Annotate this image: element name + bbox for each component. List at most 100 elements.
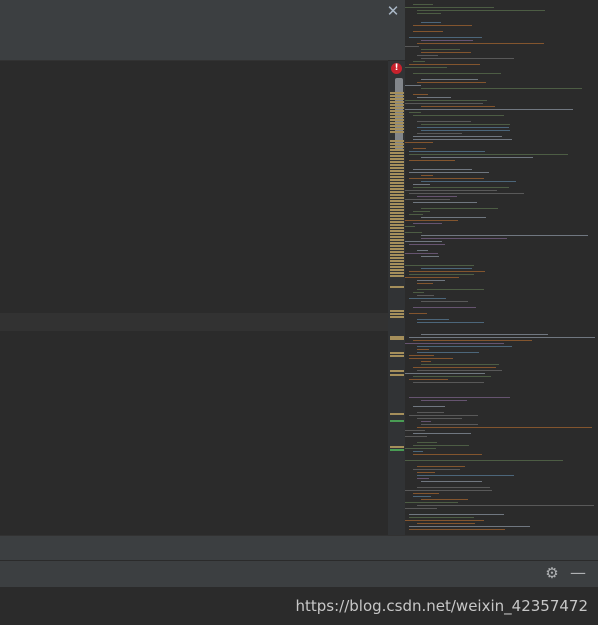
minimap-line bbox=[405, 103, 483, 104]
stripe-mark[interactable] bbox=[390, 355, 404, 357]
minimap-line bbox=[405, 490, 492, 491]
stripe-mark[interactable] bbox=[390, 128, 404, 130]
stripe-mark[interactable] bbox=[390, 352, 404, 354]
stripe-mark[interactable] bbox=[390, 316, 404, 318]
stripe-mark[interactable] bbox=[390, 146, 404, 148]
stripe-mark[interactable] bbox=[390, 152, 404, 154]
stripe-mark[interactable] bbox=[390, 113, 404, 115]
stripe-mark[interactable] bbox=[390, 125, 404, 127]
stripe-mark[interactable] bbox=[390, 197, 404, 199]
stripe-mark[interactable] bbox=[390, 286, 404, 288]
stripe-mark[interactable] bbox=[390, 449, 404, 451]
minimap-line bbox=[417, 283, 433, 284]
minimap-line bbox=[409, 358, 453, 359]
stripe-mark[interactable] bbox=[390, 104, 404, 106]
gear-icon[interactable]: ⚙ bbox=[543, 564, 561, 582]
stripe-mark[interactable] bbox=[390, 370, 404, 372]
minimap-line bbox=[409, 172, 489, 173]
stripe-mark[interactable] bbox=[390, 236, 404, 238]
stripe-mark[interactable] bbox=[390, 179, 404, 181]
stripe-mark[interactable] bbox=[390, 170, 404, 172]
minimize-icon[interactable]: — bbox=[570, 564, 586, 582]
stripe-mark[interactable] bbox=[390, 116, 404, 118]
stripe-mark[interactable] bbox=[390, 200, 404, 202]
minimap-line bbox=[405, 232, 422, 233]
stripe-mark[interactable] bbox=[390, 149, 404, 151]
stripe-mark[interactable] bbox=[390, 155, 404, 157]
stripe-mark[interactable] bbox=[390, 245, 404, 247]
stripe-mark[interactable] bbox=[390, 263, 404, 265]
code-minimap[interactable] bbox=[405, 0, 598, 535]
stripe-mark[interactable] bbox=[390, 212, 404, 214]
minimap-line bbox=[417, 55, 438, 56]
stripe-mark[interactable] bbox=[390, 194, 404, 196]
minimap-line bbox=[417, 427, 592, 428]
stripe-mark[interactable] bbox=[390, 185, 404, 187]
stripe-mark[interactable] bbox=[390, 242, 404, 244]
stripe-mark[interactable] bbox=[390, 122, 404, 124]
stripe-mark[interactable] bbox=[390, 257, 404, 259]
stripe-mark[interactable] bbox=[390, 227, 404, 229]
minimap-line bbox=[421, 157, 533, 158]
stripe-mark[interactable] bbox=[390, 203, 404, 205]
stripe-mark[interactable] bbox=[390, 413, 404, 415]
minimap-line bbox=[409, 193, 524, 194]
stripe-mark[interactable] bbox=[390, 119, 404, 121]
stripe-mark[interactable] bbox=[390, 98, 404, 100]
minimap-line bbox=[413, 367, 496, 368]
stripe-mark[interactable] bbox=[390, 446, 404, 448]
stripe-mark[interactable] bbox=[390, 167, 404, 169]
stripe-mark[interactable] bbox=[390, 269, 404, 271]
stripe-mark[interactable] bbox=[390, 275, 404, 277]
stripe-mark[interactable] bbox=[390, 140, 404, 142]
stripe-mark[interactable] bbox=[390, 131, 404, 133]
minimap-line bbox=[413, 148, 426, 149]
stripe-mark[interactable] bbox=[390, 110, 404, 112]
stripe-mark[interactable] bbox=[390, 101, 404, 103]
stripe-mark[interactable] bbox=[390, 176, 404, 178]
minimap-line bbox=[409, 355, 434, 356]
stripe-mark[interactable] bbox=[390, 188, 404, 190]
stripe-mark[interactable] bbox=[390, 191, 404, 193]
stripe-mark[interactable] bbox=[390, 266, 404, 268]
stripe-mark[interactable] bbox=[390, 233, 404, 235]
stripe-mark[interactable] bbox=[390, 215, 404, 217]
stripe-mark[interactable] bbox=[390, 92, 404, 94]
stripe-mark[interactable] bbox=[390, 95, 404, 97]
stripe-mark[interactable] bbox=[390, 230, 404, 232]
stripe-mark[interactable] bbox=[390, 374, 404, 376]
stripe-mark[interactable] bbox=[390, 260, 404, 262]
stripe-mark[interactable] bbox=[390, 239, 404, 241]
stripe-mark[interactable] bbox=[390, 161, 404, 163]
stripe-mark[interactable] bbox=[390, 254, 404, 256]
stripe-mark[interactable] bbox=[390, 248, 404, 250]
stripe-mark[interactable] bbox=[390, 173, 404, 175]
minimap-line bbox=[413, 61, 425, 62]
stripe-mark[interactable] bbox=[390, 310, 404, 312]
minimap-line bbox=[417, 487, 490, 488]
editor-area[interactable] bbox=[0, 61, 388, 535]
stripe-mark[interactable] bbox=[390, 221, 404, 223]
stripe-mark[interactable] bbox=[390, 218, 404, 220]
stripe-mark[interactable] bbox=[390, 206, 404, 208]
stripe-mark[interactable] bbox=[390, 164, 404, 166]
stripe-mark[interactable] bbox=[390, 143, 404, 145]
minimap-line bbox=[413, 469, 460, 470]
stripe-mark[interactable] bbox=[390, 158, 404, 160]
error-icon[interactable]: ! bbox=[391, 63, 402, 74]
minimap-line bbox=[421, 364, 499, 365]
stripe-mark[interactable] bbox=[390, 107, 404, 109]
stripe-mark[interactable] bbox=[390, 182, 404, 184]
stripe-mark[interactable] bbox=[390, 224, 404, 226]
close-icon[interactable]: ✕ bbox=[386, 2, 400, 20]
stripe-mark[interactable] bbox=[390, 338, 404, 340]
stripe-mark[interactable] bbox=[390, 251, 404, 253]
minimap-line bbox=[409, 178, 484, 179]
minimap-line bbox=[409, 529, 505, 530]
stripe-mark[interactable] bbox=[390, 272, 404, 274]
stripe-mark[interactable] bbox=[390, 313, 404, 315]
stripe-mark[interactable] bbox=[390, 420, 404, 422]
minimap-line bbox=[413, 202, 477, 203]
stripe-mark[interactable] bbox=[390, 209, 404, 211]
minimap-line bbox=[417, 43, 544, 44]
